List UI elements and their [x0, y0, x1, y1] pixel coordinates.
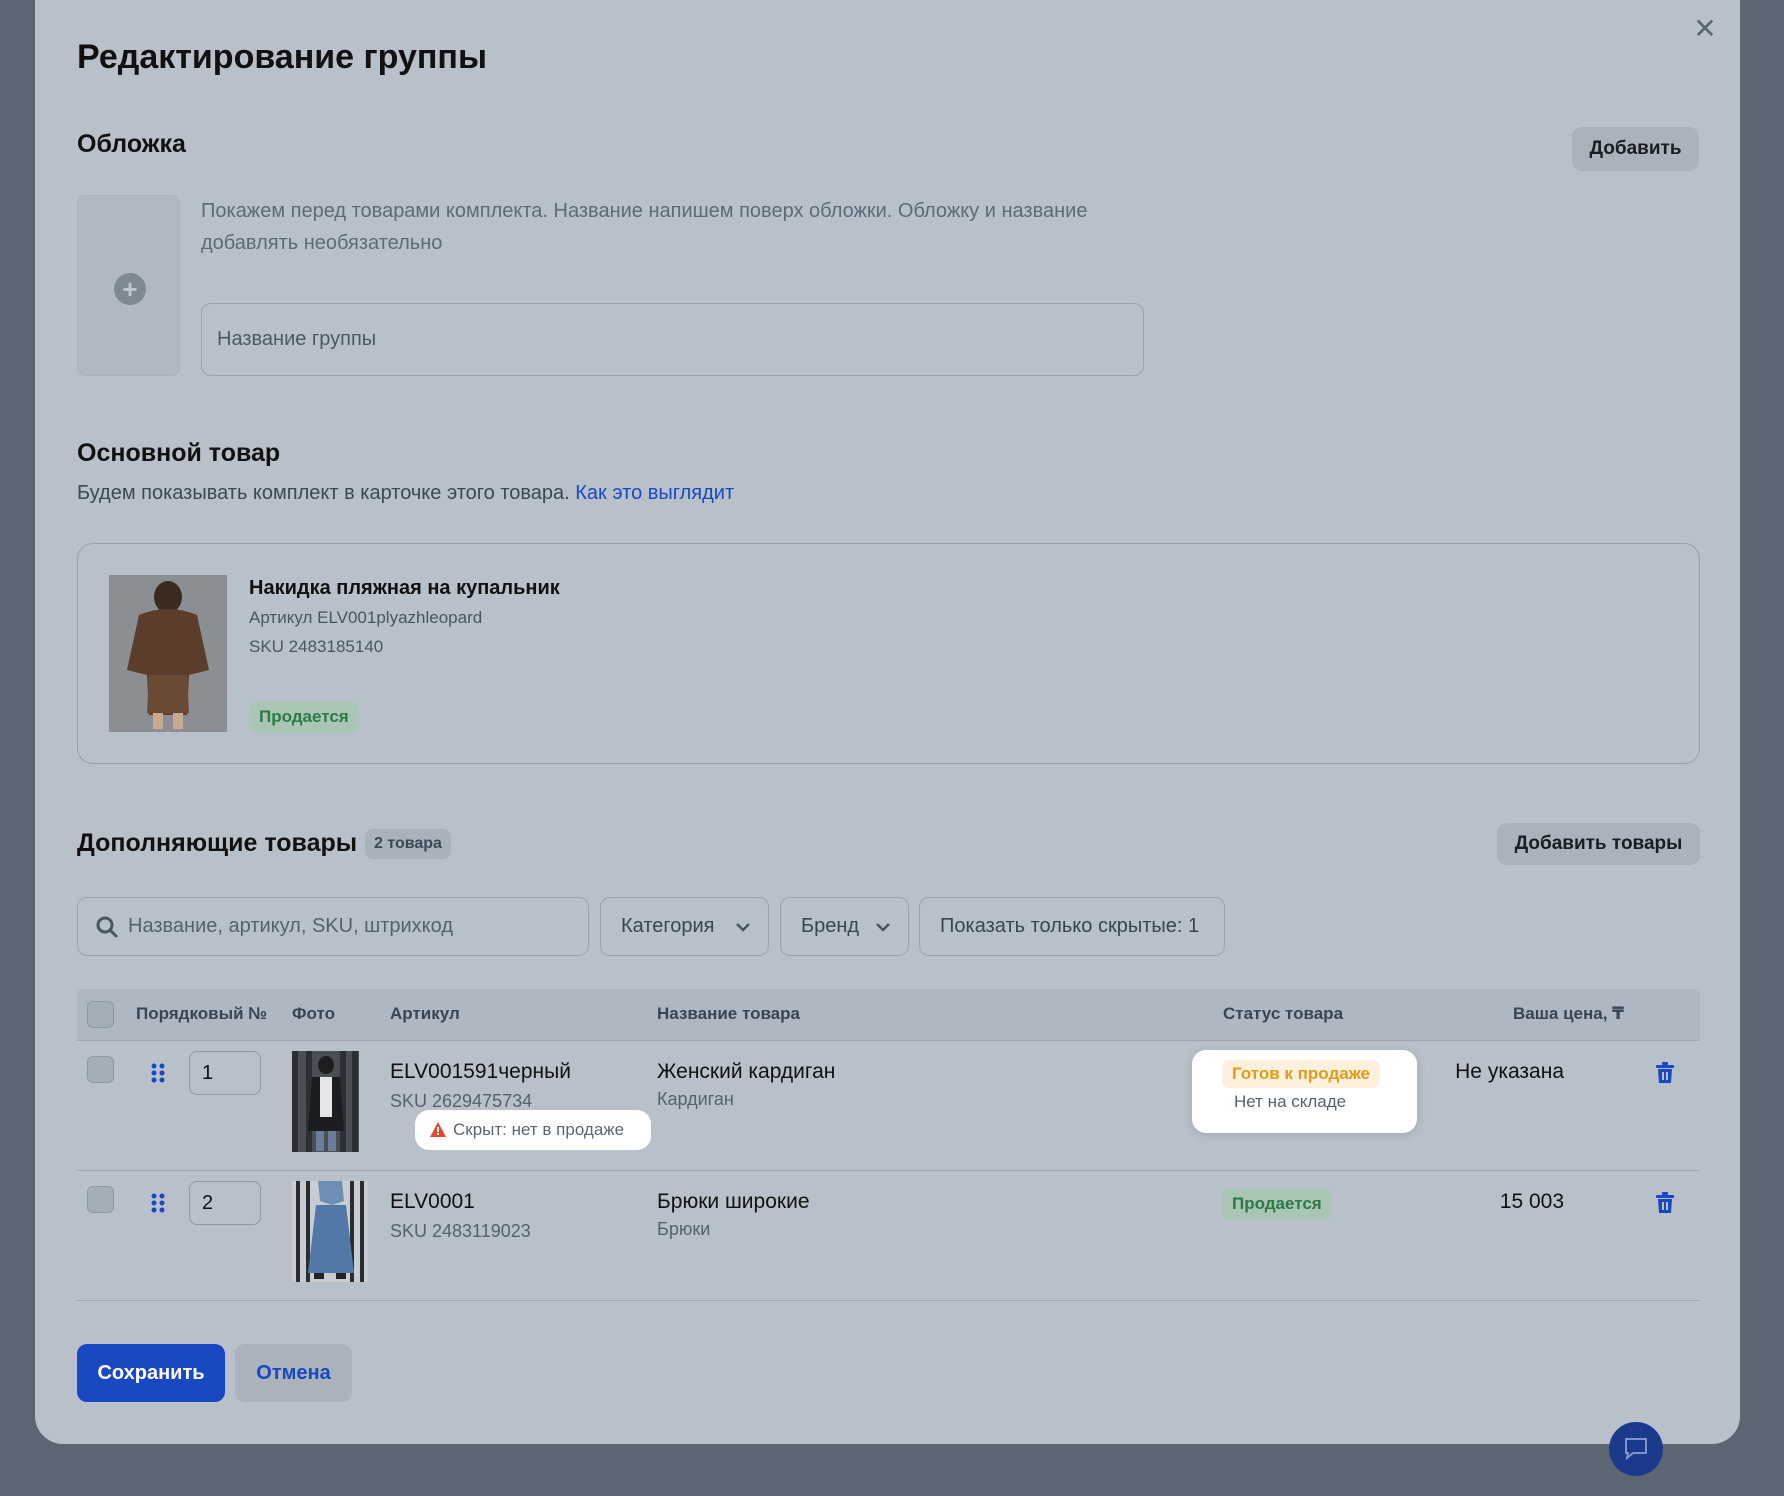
- th-order: Порядковый №: [136, 1004, 268, 1023]
- brand-filter-label: Бренд: [801, 915, 860, 937]
- modal-title: Редактирование группы: [77, 38, 487, 76]
- edit-group-modal: ✕ Редактирование группы Обложка Добавить…: [35, 0, 1740, 1444]
- main-product-article: Артикул ELV001plyazhleopard: [249, 608, 483, 627]
- add-cover-button[interactable]: Добавить: [1572, 127, 1699, 171]
- select-all-checkbox[interactable]: [87, 1001, 114, 1028]
- cover-section-title: Обложка: [77, 130, 186, 158]
- category-filter-label: Категория: [621, 915, 715, 937]
- table-header: Порядковый № Фото Артикул Название товар…: [77, 989, 1700, 1041]
- cancel-button[interactable]: Отмена: [235, 1344, 352, 1402]
- main-product-subtitle-text: Будем показывать комплект в карточке это…: [77, 482, 570, 504]
- row-product-name: Брюки широкие: [657, 1190, 810, 1213]
- row-product-name: Женский кардиган: [657, 1060, 836, 1083]
- row-price: Не указана: [1455, 1060, 1564, 1083]
- th-name: Название товара: [657, 1004, 800, 1023]
- group-name-input[interactable]: [201, 303, 1144, 376]
- row-divider: [77, 1170, 1700, 1171]
- chevron-down-icon: [736, 923, 750, 932]
- main-product-photo: [109, 575, 227, 732]
- main-product-subtitle: Будем показывать комплект в карточке это…: [77, 482, 734, 505]
- chevron-down-icon: [876, 923, 890, 932]
- main-product-section-title: Основной товар: [77, 439, 281, 467]
- close-button[interactable]: ✕: [1690, 14, 1720, 44]
- plus-icon: +: [114, 273, 146, 305]
- row-status-badge: Продается: [1222, 1188, 1332, 1220]
- main-product-name: Накидка пляжная на купальник: [249, 577, 560, 599]
- th-photo: Фото: [292, 1004, 335, 1023]
- product-photo: [292, 1051, 359, 1152]
- chat-icon: [1625, 1438, 1647, 1460]
- cover-hint-line2: добавлять необязательно: [201, 232, 443, 254]
- trash-icon[interactable]: [1655, 1192, 1675, 1214]
- search-box: [77, 897, 589, 956]
- main-product-status-badge: Продается: [249, 701, 359, 733]
- how-it-looks-link[interactable]: Как это выглядит: [575, 482, 734, 504]
- th-article: Артикул: [390, 1004, 460, 1023]
- row-sku: SKU 2483119023: [390, 1221, 531, 1241]
- row-status-sub: Нет на складе: [1234, 1092, 1347, 1111]
- th-price: Ваша цена, ₸: [1513, 1004, 1624, 1023]
- order-number-input[interactable]: [189, 1051, 261, 1095]
- order-number-input[interactable]: [189, 1181, 261, 1225]
- cover-hint-line1: Покажем перед товарами комплекта. Назван…: [201, 200, 1088, 222]
- products-count-badge: 2 товара: [365, 829, 451, 859]
- main-product-sku: SKU 2483185140: [249, 637, 384, 656]
- row-checkbox[interactable]: [87, 1056, 114, 1083]
- row-article: ELV0001: [390, 1190, 475, 1213]
- main-product-card: Накидка пляжная на купальник Артикул ELV…: [77, 543, 1700, 764]
- th-status: Статус товара: [1223, 1004, 1344, 1023]
- row-divider: [77, 1300, 1700, 1301]
- save-button[interactable]: Сохранить: [77, 1344, 225, 1402]
- product-photo: [292, 1181, 368, 1282]
- drag-handle-icon[interactable]: [150, 1192, 166, 1214]
- category-filter[interactable]: Категория: [600, 897, 769, 956]
- search-icon: [96, 916, 118, 938]
- row-sku: SKU 2629475734: [390, 1091, 533, 1111]
- row-status-badge: Готов к продаже: [1222, 1060, 1380, 1088]
- brand-filter[interactable]: Бренд: [780, 897, 909, 956]
- add-products-button[interactable]: Добавить товары: [1497, 823, 1700, 865]
- status-popup: Готов к продаже Нет на складе: [1192, 1050, 1417, 1133]
- row-article: ELV001591черный: [390, 1060, 571, 1083]
- hidden-status-tooltip: Скрыт: нет в продаже: [415, 1110, 651, 1150]
- cover-upload-box[interactable]: +: [77, 195, 180, 376]
- chat-button[interactable]: [1609, 1422, 1663, 1476]
- warning-icon: [430, 1122, 446, 1137]
- row-category: Кардиган: [657, 1089, 734, 1109]
- row-checkbox[interactable]: [87, 1186, 114, 1213]
- hidden-status-text: Скрыт: нет в продаже: [453, 1120, 625, 1139]
- row-price: 15 003: [1499, 1190, 1564, 1213]
- drag-handle-icon[interactable]: [150, 1062, 166, 1084]
- search-input[interactable]: [128, 898, 578, 954]
- additional-products-title: Дополняющие товары: [77, 829, 358, 857]
- trash-icon[interactable]: [1655, 1062, 1675, 1084]
- row-category: Брюки: [657, 1219, 711, 1239]
- show-hidden-filter[interactable]: Показать только скрытые: 1: [919, 897, 1225, 956]
